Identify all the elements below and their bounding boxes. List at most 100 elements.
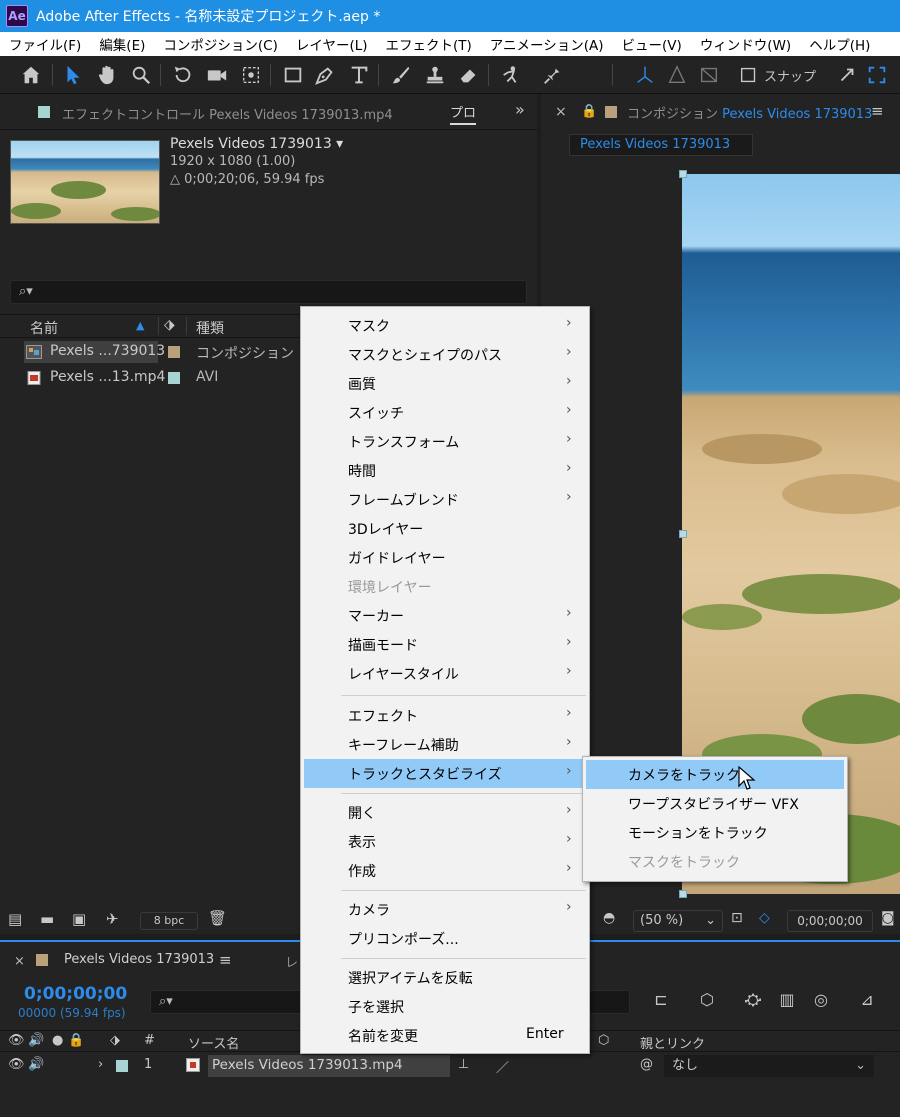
menu-view[interactable]: ビュー(V) — [613, 34, 691, 54]
grid-guides-icon[interactable]: ⊡ — [731, 910, 743, 926]
hand-tool-icon[interactable] — [94, 62, 120, 88]
timeline-search-input[interactable]: ⌕▾ — [150, 990, 302, 1014]
close-icon[interactable]: × — [14, 954, 25, 969]
layer-name[interactable]: Pexels Videos 1739013.mp4 — [208, 1055, 450, 1077]
label-tag-icon[interactable]: ⬗ — [164, 317, 175, 333]
type-tool-icon[interactable] — [346, 62, 372, 88]
menu-item-mask[interactable]: マスク › — [304, 311, 586, 340]
menu-item-quality[interactable]: 画質 › — [304, 369, 586, 398]
menu-item-invert-selection[interactable]: 選択アイテムを反転 — [304, 963, 586, 992]
rotate-tool-icon[interactable] — [170, 62, 196, 88]
new-composition-icon[interactable]: ▣ — [72, 910, 86, 928]
audio-toggle-icon[interactable]: 🔊 — [28, 1033, 44, 1048]
timeline-timecode[interactable]: 0;00;00;00 — [24, 984, 127, 1004]
menu-item-camera[interactable]: カメラ › — [304, 895, 586, 924]
puppet-pin-tool-icon[interactable] — [540, 62, 566, 88]
menu-effect[interactable]: エフェクト(T) — [377, 34, 481, 54]
workspace-icon[interactable] — [864, 62, 890, 88]
region-of-interest-icon[interactable]: ◇ — [759, 910, 770, 926]
menu-layer[interactable]: レイヤー(L) — [287, 34, 377, 54]
menu-item-track-motion[interactable]: モーションをトラック — [586, 818, 844, 847]
menu-window[interactable]: ウィンドウ(W) — [691, 34, 800, 54]
selection-tool-icon[interactable] — [60, 62, 86, 88]
column-source-name[interactable]: ソース名 — [188, 1033, 239, 1052]
dependencies-icon[interactable]: ✈ — [106, 910, 119, 928]
transform-handle[interactable] — [679, 530, 687, 538]
menu-item-blending-mode[interactable]: 描画モード › — [304, 630, 586, 659]
new-folder-icon[interactable]: ▬ — [40, 910, 54, 928]
composition-mini-flowchart-icon[interactable]: ⊏ — [650, 990, 672, 1012]
pick-whip-icon[interactable]: @ — [640, 1057, 653, 1072]
menu-item-layer-styles[interactable]: レイヤースタイル › — [304, 659, 586, 688]
tab-effect-controls[interactable]: エフェクトコントロール Pexels Videos 1739013.mp4 — [62, 104, 393, 123]
menu-item-3d-layer[interactable]: 3Dレイヤー — [304, 514, 586, 543]
menu-composition[interactable]: コンポジション(C) — [154, 34, 286, 54]
eraser-tool-icon[interactable] — [456, 62, 482, 88]
label-tag-icon[interactable]: ⬗ — [110, 1033, 120, 1048]
label-swatch[interactable] — [168, 346, 180, 358]
quality-switch-icon[interactable]: ／ — [496, 1057, 509, 1076]
sort-ascending-icon[interactable]: ▲ — [136, 319, 144, 332]
lock-icon[interactable]: 🔒 — [68, 1033, 84, 1048]
roto-brush-tool-icon[interactable] — [498, 62, 524, 88]
transform-handle[interactable] — [679, 890, 687, 898]
lock-icon[interactable]: 🔒 — [581, 104, 597, 119]
label-swatch[interactable] — [168, 372, 180, 384]
motion-blur-icon[interactable]: ◎ — [810, 990, 832, 1012]
brush-tool-icon[interactable] — [388, 62, 414, 88]
menu-item-track-camera[interactable]: カメラをトラック — [586, 760, 844, 789]
project-row-composition[interactable]: Pexels ...739013 コンポジション — [0, 340, 300, 364]
project-row-footage[interactable]: Pexels ...13.mp4 AVI — [0, 366, 300, 390]
panel-overflow-icon[interactable]: » — [515, 100, 525, 119]
panel-menu-icon[interactable]: ≡ — [871, 102, 884, 120]
video-toggle-icon[interactable]: 👁 — [8, 1033, 25, 1048]
footage-name[interactable]: Pexels Videos 1739013 ▾ — [170, 136, 343, 152]
menu-edit[interactable]: 編集(E) — [90, 34, 154, 54]
clone-stamp-tool-icon[interactable] — [422, 62, 448, 88]
menu-file[interactable]: ファイル(F) — [0, 34, 90, 54]
axis-local-icon[interactable] — [632, 62, 658, 88]
zoom-tool-icon[interactable] — [128, 62, 154, 88]
panel-menu-icon[interactable]: ≡ — [219, 951, 232, 969]
mask-view-icon[interactable]: ◓ — [603, 910, 615, 926]
shy-layers-icon[interactable]: ⛮ — [742, 990, 764, 1012]
bit-depth-button[interactable]: 8 bpc — [140, 912, 198, 930]
expand-icon[interactable] — [834, 62, 860, 88]
tab-composition[interactable]: コンポジション Pexels Videos 1739013 — [627, 103, 872, 122]
pen-tool-icon[interactable] — [312, 62, 338, 88]
menu-item-guide-layer[interactable]: ガイドレイヤー — [304, 543, 586, 572]
3d-layer-icon[interactable]: ⬡ — [598, 1033, 609, 1048]
frame-blending-icon[interactable]: ▥ — [776, 990, 798, 1012]
timeline-layer-row[interactable]: 👁 🔊 › 1 Pexels Videos 1739013.mp4 ⊥ ／ @ … — [0, 1054, 900, 1078]
menu-animation[interactable]: アニメーション(A) — [481, 34, 613, 54]
tab-project[interactable]: プロ — [450, 102, 477, 125]
current-time-display[interactable]: 0;00;00;00 — [787, 910, 873, 932]
expand-arrow-icon[interactable]: › — [98, 1057, 103, 1072]
label-swatch[interactable] — [116, 1060, 128, 1072]
zoom-select[interactable]: (50 %) ⌄ — [633, 910, 723, 932]
menu-item-mask-shape-path[interactable]: マスクとシェイプのパス › — [304, 340, 586, 369]
trash-icon[interactable]: 🗑 — [208, 909, 227, 927]
draft-3d-icon[interactable]: ⬡ — [696, 990, 718, 1012]
menu-item-pre-compose[interactable]: プリコンポーズ... — [304, 924, 586, 953]
close-icon[interactable]: × — [555, 104, 567, 120]
axis-view-icon[interactable] — [696, 62, 722, 88]
menu-item-time[interactable]: 時間 › — [304, 456, 586, 485]
column-name[interactable]: 名前 — [30, 318, 58, 338]
menu-item-frame-blend[interactable]: フレームブレンド › — [304, 485, 586, 514]
menu-item-effect[interactable]: エフェクト › — [304, 701, 586, 730]
snapshot-icon[interactable]: ◙ — [881, 910, 895, 926]
shy-switch-icon[interactable]: ⊥ — [458, 1057, 469, 1072]
camera-tool-icon[interactable] — [204, 62, 230, 88]
timeline-search-extension[interactable] — [588, 990, 630, 1014]
menu-item-transform[interactable]: トランスフォーム › — [304, 427, 586, 456]
project-search-input[interactable]: ⌕▾ — [10, 280, 527, 304]
menu-help[interactable]: ヘルプ(H) — [800, 34, 879, 54]
solo-icon[interactable]: ● — [52, 1033, 63, 1048]
audio-toggle-icon[interactable]: 🔊 — [28, 1057, 44, 1072]
menu-item-markers[interactable]: マーカー › — [304, 601, 586, 630]
transform-handle[interactable] — [679, 170, 687, 178]
menu-item-rename[interactable]: 名前を変更 Enter — [304, 1021, 586, 1050]
menu-item-open[interactable]: 開く › — [304, 798, 586, 827]
axis-world-icon[interactable] — [664, 62, 690, 88]
